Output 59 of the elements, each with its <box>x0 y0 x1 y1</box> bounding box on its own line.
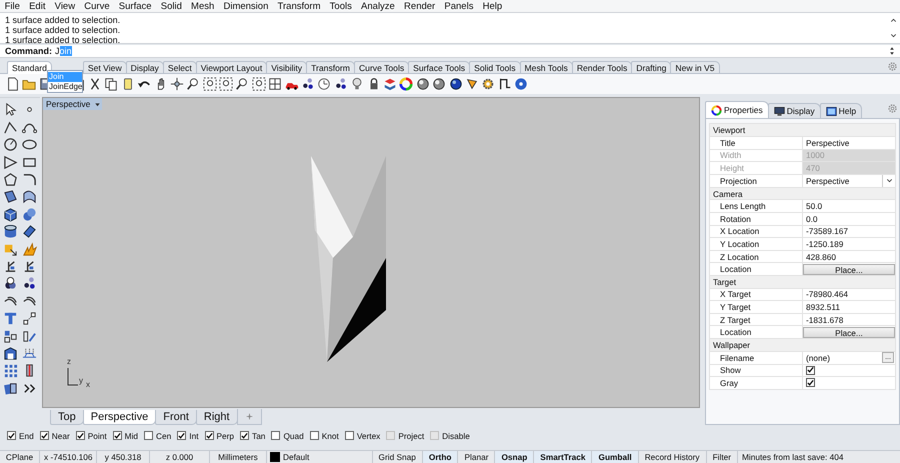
history-line: 1 surface added to selection. <box>5 35 122 46</box>
property-value: 50.0 <box>802 200 896 213</box>
property-value: 1000 <box>802 149 896 162</box>
layer-name: Default <box>283 450 310 463</box>
y-coordinate: y 450.318 <box>97 450 150 463</box>
axis-label: z <box>67 357 71 366</box>
property-label: Width <box>710 149 802 162</box>
osnap-label: Mid <box>124 430 138 441</box>
property-label: Z Location <box>710 250 802 263</box>
x-coordinate: x -74510.106 <box>40 450 97 463</box>
property-label: Rotation <box>710 212 802 226</box>
property-label: X Target <box>710 288 802 301</box>
axis-label: y <box>79 376 83 386</box>
osnap-label: Point <box>88 430 107 441</box>
property-value: 8932.511 <box>802 300 896 314</box>
property-label: Filename <box>710 351 802 364</box>
property-label: Height <box>710 162 802 174</box>
property-label: Location <box>710 326 802 338</box>
property-label: Lens Length <box>710 200 802 213</box>
property-value: -1831.678 <box>802 313 896 326</box>
section-header: Wallpaper <box>710 338 896 352</box>
property-value: -1250.189 <box>802 238 896 250</box>
osnap-label: Tan <box>252 430 266 441</box>
property-label: Z Target <box>710 313 802 326</box>
section-header: Camera <box>710 187 896 200</box>
property-label: Y Target <box>710 300 802 314</box>
property-label: Location <box>710 262 802 276</box>
property-value: -73589.167 <box>802 225 896 238</box>
osnap-label: Near <box>52 430 70 441</box>
history-line: 1 surface added to selection. <box>5 25 122 36</box>
osnap-label: End <box>19 430 34 441</box>
property-label: X Location <box>710 225 802 238</box>
osnap-label: Perp <box>216 430 234 441</box>
osnap-label: Knot <box>322 430 339 441</box>
osnap-label: Int <box>189 430 199 441</box>
property-label: Title <box>710 136 802 150</box>
osnap-label: Vertex <box>356 430 380 441</box>
osnap-label: Project <box>398 430 424 441</box>
command-prompt: Command: <box>5 46 52 56</box>
property-value: (none) <box>805 352 830 363</box>
axis-label: x <box>86 380 90 390</box>
property-value: 470 <box>802 162 896 174</box>
z-coordinate: z 0.000 <box>150 450 210 463</box>
osnap-label: Quad <box>283 430 304 441</box>
property-value: -78980.464 <box>802 288 896 301</box>
section-header: Viewport <box>710 124 896 137</box>
section-header: Target <box>710 275 896 288</box>
autocomplete-text: oin <box>60 46 72 56</box>
property-label: Projection <box>710 174 802 188</box>
osnap-label: Disable <box>442 430 470 441</box>
property-label: Gray <box>710 376 802 390</box>
property-value: 0.0 <box>802 212 896 226</box>
property-value: 428.860 <box>802 250 896 263</box>
history-line: 1 surface added to selection. <box>5 15 122 26</box>
osnap-label: Cen <box>156 430 172 441</box>
property-value: Perspective <box>802 136 896 150</box>
property-label: Y Location <box>710 238 802 250</box>
save-info: Minutes from last save: 404 <box>741 450 844 463</box>
property-label: Show <box>710 364 802 377</box>
